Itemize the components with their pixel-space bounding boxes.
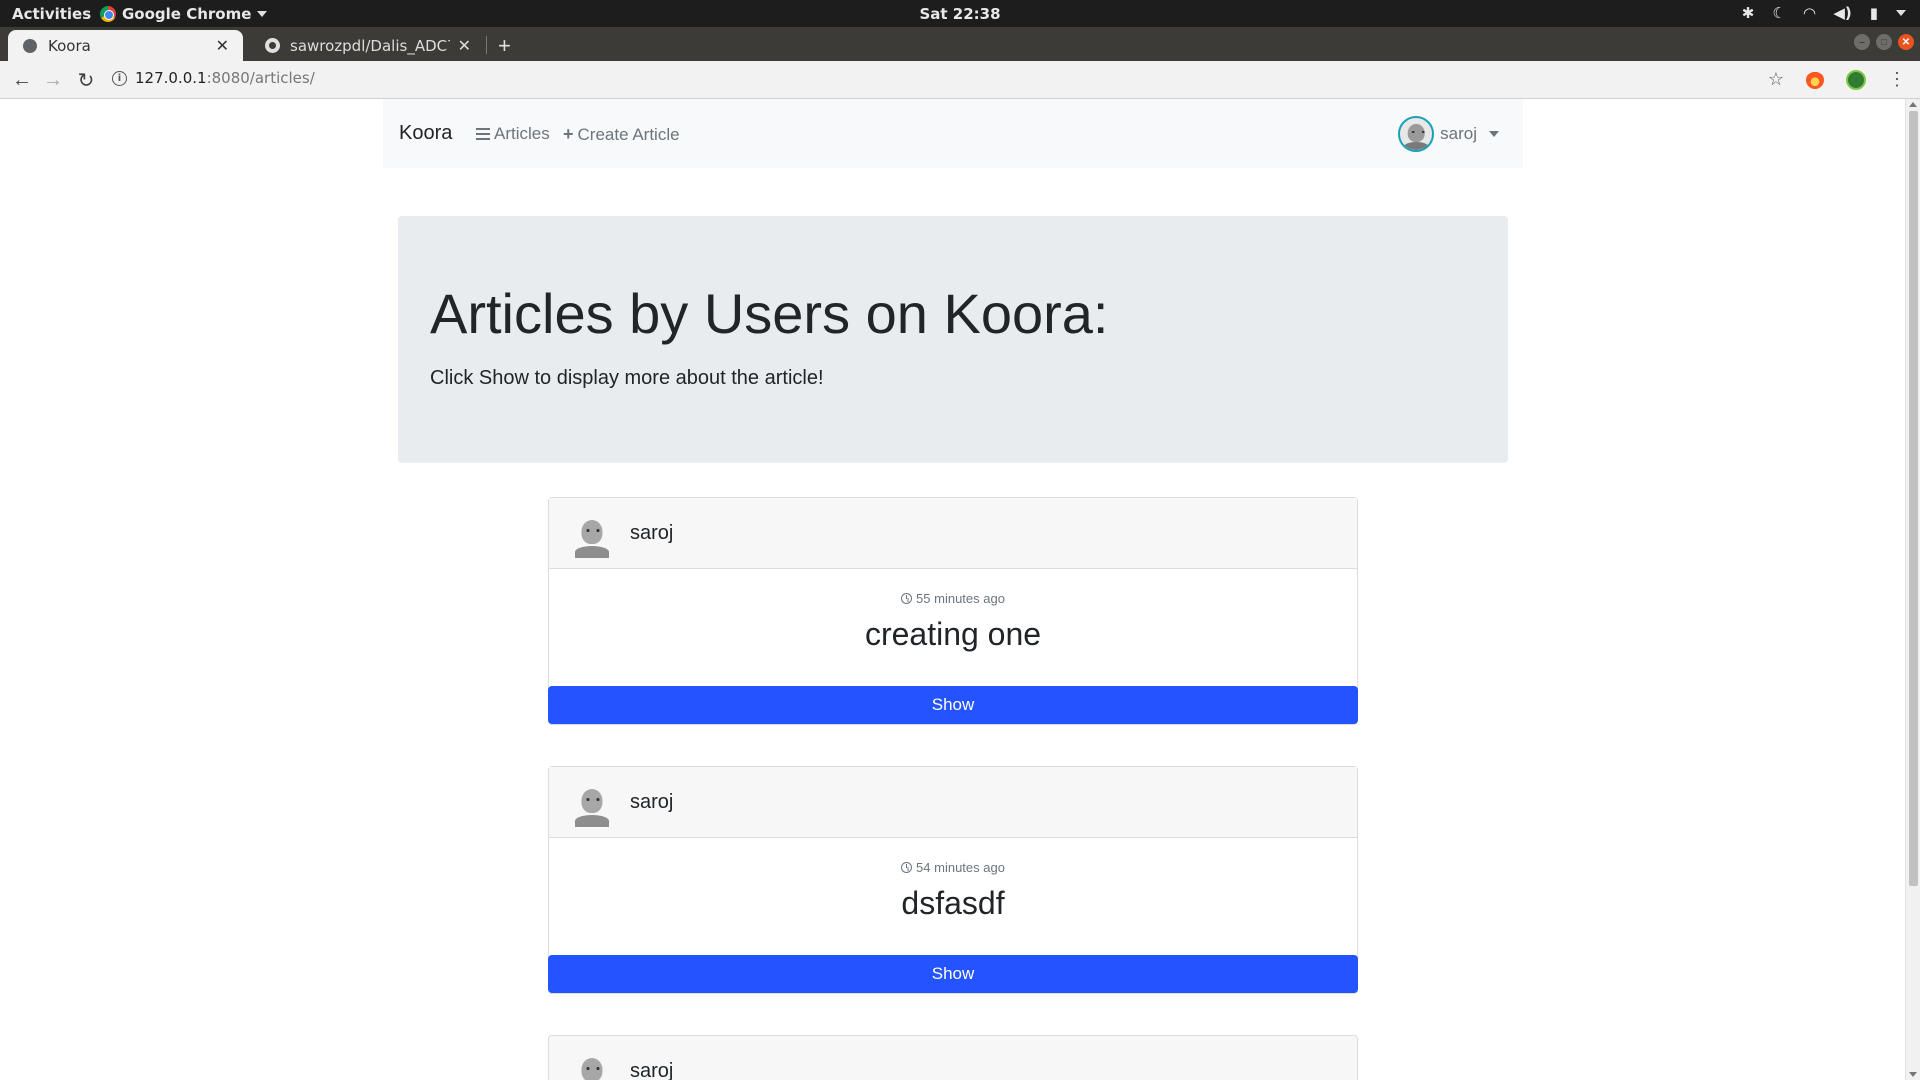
nav-create-article-link[interactable]: + Create Article (563, 124, 680, 145)
timestamp-text: 55 minutes ago (916, 591, 1005, 606)
card-body: 54 minutes ago dsfasdf (549, 838, 1357, 955)
plus-icon: + (563, 124, 574, 144)
reload-icon[interactable]: ↻ (74, 68, 98, 92)
close-icon[interactable]: ✕ (458, 36, 471, 55)
app-menu-label: Google Chrome (122, 5, 252, 23)
window-close-button[interactable]: ✕ (1898, 34, 1914, 50)
kebab-menu-icon[interactable]: ⋮ (1888, 69, 1906, 90)
clock-icon (901, 862, 913, 873)
system-top-bar: Activities Google Chrome Sat 22:38 ✱ ☾ ◠… (0, 0, 1920, 27)
article-title: creating one (864, 616, 1042, 652)
address-bar: ← → ↻ i 127.0.0.1:8080/articles/ ☆ ⋮ (0, 61, 1920, 99)
card-header: saroj (549, 498, 1357, 569)
close-icon[interactable]: ✕ (216, 36, 229, 55)
tab-separator (486, 36, 487, 54)
globe-icon (22, 38, 38, 54)
page-subtitle: Click Show to display more about the art… (430, 367, 824, 389)
page-scrollbar[interactable] (1905, 99, 1920, 1080)
user-dropdown[interactable]: saroj (1398, 116, 1499, 152)
window-controls: – □ ✕ (1854, 34, 1914, 50)
username-label: saroj (1440, 124, 1477, 143)
clock-icon (901, 593, 913, 604)
author-name: saroj (630, 791, 674, 813)
page-title: Articles by Users on Koora: (430, 282, 1109, 345)
profile-icon[interactable] (1846, 69, 1866, 90)
article-timestamp: 54 minutes ago (549, 860, 1357, 875)
author-avatar (575, 787, 609, 827)
card-header: saroj (549, 767, 1357, 838)
author-avatar (575, 1056, 609, 1080)
system-tray[interactable]: ✱ ☾ ◠ ◀) ▮ (1742, 4, 1906, 22)
url-path: :8080/articles/ (206, 69, 315, 87)
info-icon[interactable]: i (112, 70, 127, 86)
article-timestamp: 55 minutes ago (549, 591, 1357, 606)
author-avatar (575, 518, 609, 558)
caret-down-icon (1489, 131, 1499, 137)
slack-tray-icon[interactable]: ✱ (1742, 4, 1755, 22)
scroll-down-icon[interactable] (1909, 1072, 1917, 1077)
night-mode-icon[interactable]: ☾ (1772, 4, 1785, 22)
nav-articles-link[interactable]: Articles (476, 124, 550, 144)
navbar-brand[interactable]: Koora (399, 122, 452, 145)
back-arrow-icon[interactable]: ← (10, 68, 34, 92)
app-menu[interactable]: Google Chrome (100, 5, 268, 23)
new-tab-button[interactable]: + (498, 33, 511, 59)
nav-articles-label: Articles (494, 124, 550, 143)
nav-create-label: Create Article (577, 124, 680, 144)
article-card: saroj 55 minutes ago creating one Show (548, 497, 1358, 725)
system-menu-chevron-icon[interactable] (1896, 10, 1906, 16)
jumbotron: Articles by Users on Koora: Click Show t… (398, 216, 1508, 463)
minimize-button[interactable]: – (1854, 34, 1870, 50)
card-header: saroj (549, 1036, 1357, 1080)
tab-title: Koora (48, 36, 91, 55)
toolbar-right: ☆ ⋮ (1768, 69, 1906, 90)
show-button[interactable]: Show (548, 955, 1358, 993)
extension-fire-icon[interactable] (1806, 70, 1824, 89)
scrollbar-thumb[interactable] (1909, 111, 1918, 886)
article-title: dsfasdf (901, 885, 1005, 921)
url-field[interactable]: i 127.0.0.1:8080/articles/ (112, 69, 315, 87)
timestamp-text: 54 minutes ago (916, 860, 1005, 875)
volume-icon[interactable]: ◀) (1833, 4, 1851, 22)
scroll-up-icon[interactable] (1909, 102, 1917, 107)
maximize-button[interactable]: □ (1876, 34, 1892, 50)
page-viewport: Koora Articles + Create Article saroj Ar… (0, 99, 1905, 1080)
system-clock[interactable]: Sat 22:38 (0, 5, 1920, 23)
chrome-logo-icon (100, 6, 116, 22)
activities-button[interactable]: Activities (12, 5, 91, 23)
avatar (1398, 116, 1435, 152)
github-icon (264, 38, 280, 54)
tab-title: sawrozpdl/Dalis_ADC7: C (290, 36, 450, 55)
site-navbar: Koora Articles + Create Article saroj (383, 99, 1523, 168)
tab-koora[interactable]: Koora ✕ (8, 30, 243, 61)
list-icon (476, 128, 490, 140)
show-button[interactable]: Show (548, 686, 1358, 724)
card-body: 55 minutes ago creating one (549, 569, 1357, 686)
chevron-down-icon (257, 11, 268, 17)
author-name: saroj (630, 522, 674, 544)
article-card: saroj 54 minutes ago dsfasdf Show (548, 766, 1358, 994)
forward-arrow-icon[interactable]: → (41, 68, 65, 92)
url-host: 127.0.0.1 (135, 69, 207, 87)
wifi-icon[interactable]: ◠ (1804, 4, 1816, 22)
article-card: saroj (548, 1035, 1358, 1080)
author-name: saroj (630, 1060, 674, 1080)
bookmark-star-icon[interactable]: ☆ (1768, 69, 1784, 90)
battery-icon[interactable]: ▮ (1870, 4, 1878, 22)
tab-github[interactable]: sawrozpdl/Dalis_ADC7: C ✕ (250, 30, 485, 61)
